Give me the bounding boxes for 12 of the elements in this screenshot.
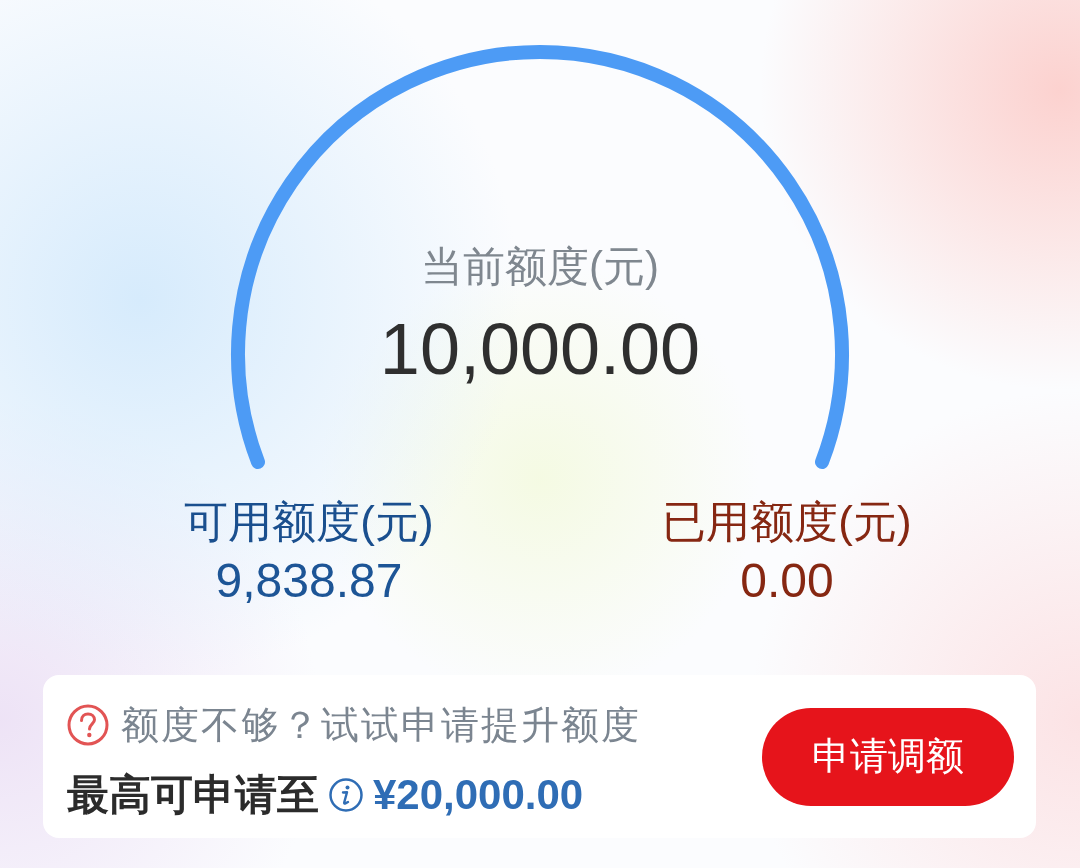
- apply-button[interactable]: 申请调额: [762, 707, 1014, 806]
- current-limit-amount: 10,000.00: [379, 311, 701, 387]
- limit-label: 已用额度(元): [662, 496, 912, 548]
- question-icon: [67, 703, 109, 746]
- limit-label: 可用额度(元): [184, 496, 434, 548]
- max-limit-amount: ¥20,000.00: [373, 769, 584, 820]
- limit-amount: 9,838.87: [215, 554, 403, 608]
- hint-text: 额度不够？试试申请提升额度: [121, 702, 641, 748]
- current-limit-label: 当前额度(元): [421, 243, 659, 291]
- limit-amount: 0.00: [740, 554, 834, 608]
- max-limit-label: 最高可申请至: [67, 769, 319, 820]
- info-icon[interactable]: [329, 777, 363, 812]
